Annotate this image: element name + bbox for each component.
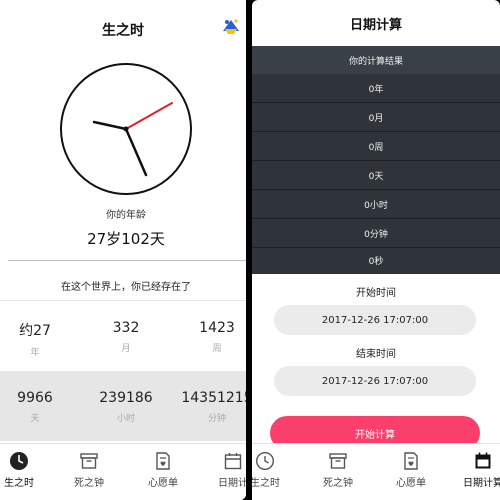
stats-row: 约27 年 332 月 1423 周: [0, 301, 246, 371]
date-calc-screen: 日期计算 你的计算结果 0年 0月 0周 0天 0小时 0分钟 0秒 开始时间 …: [252, 0, 500, 500]
wishlist-icon: [404, 452, 418, 470]
tab-label: 生之时: [252, 478, 280, 489]
page-title: 日期计算: [349, 17, 402, 33]
stat-value: 332: [112, 320, 140, 336]
stat-unit: 年: [30, 348, 40, 358]
stat-unit: 分钟: [207, 414, 226, 424]
result-minutes: 0分钟: [364, 229, 388, 240]
age-label: 你的年龄: [106, 210, 146, 221]
result-years: 0年: [368, 84, 384, 95]
clock-icon: [255, 451, 275, 471]
result-weeks: 0周: [368, 142, 384, 153]
stat-hours: 239186 小时: [81, 371, 171, 424]
stat-unit: 小时: [116, 414, 135, 424]
calendar-icon: [475, 452, 491, 469]
result-hours: 0小时: [364, 200, 388, 211]
stat-unit: 天: [30, 414, 40, 424]
tab-label: 生之时: [4, 478, 34, 489]
tab-date-calc[interactable]: 日期计: [198, 448, 246, 498]
tab-life-time[interactable]: 生之时: [0, 448, 54, 498]
header: 日期计算: [252, 0, 500, 46]
tab-death-clock[interactable]: 死之钟: [54, 448, 124, 498]
archive-box-icon: [329, 453, 347, 469]
age-value: 27岁102天: [87, 230, 165, 248]
end-time-field[interactable]: 2017-12-26 17:07:00: [274, 366, 476, 396]
tab-label: 日期计: [218, 478, 246, 489]
tab-date-calc[interactable]: 日期计算: [448, 448, 500, 498]
stats-row: 9966 天 239186 小时 14351215 分钟: [0, 371, 246, 441]
tab-bar: 生之时 死之钟 心愿单 日期计算: [252, 443, 500, 500]
result-seconds: 0秒: [368, 256, 384, 267]
tab-label: 心愿单: [148, 478, 178, 489]
tab-bar: 生之时 死之钟 心愿单 日期计: [0, 443, 246, 500]
start-time-field[interactable]: 2017-12-26 17:07:00: [274, 305, 476, 335]
stat-unit: 月: [121, 344, 131, 354]
stat-value: 约27: [19, 323, 51, 339]
exist-text: 在这个世界上，你已经存在了: [61, 282, 191, 293]
stat-value: 1423: [199, 320, 235, 336]
tab-wishlist[interactable]: 心愿单: [128, 448, 198, 498]
tab-label: 死之钟: [74, 478, 104, 489]
calendar-icon: [224, 453, 242, 470]
tab-life-time[interactable]: 生之时: [252, 448, 300, 498]
result-days: 0天: [368, 171, 384, 182]
result-months: 0月: [368, 113, 384, 124]
clock-face: [60, 63, 192, 195]
stat-months: 332 月: [81, 301, 171, 354]
tab-label: 死之钟: [323, 478, 353, 489]
tab-death-clock[interactable]: 死之钟: [303, 448, 373, 498]
stat-value: 9966: [17, 390, 53, 406]
tab-label: 心愿单: [396, 478, 426, 489]
tab-label: 日期计算: [463, 478, 500, 489]
start-time-label: 开始时间: [356, 288, 396, 299]
archive-box-icon: [80, 453, 98, 469]
divider: [8, 260, 246, 261]
clock-icon: [10, 452, 28, 470]
app-logo-icon[interactable]: [220, 16, 242, 38]
tab-wishlist[interactable]: 心愿单: [376, 448, 446, 498]
end-time-label: 结束时间: [356, 349, 396, 360]
page-title: 生之时: [102, 23, 144, 39]
life-time-screen: 生之时 你的年龄 27岁102天 在这个世界上，你已经存在了 约27 年 332…: [0, 0, 246, 500]
results-heading: 你的计算结果: [252, 46, 500, 74]
stat-value: 14351215: [181, 390, 246, 406]
stat-years: 约27 年: [0, 301, 80, 358]
results-panel: 你的计算结果 0年 0月 0周 0天 0小时 0分钟 0秒: [252, 46, 500, 274]
stat-minutes: 14351215 分钟: [172, 371, 246, 424]
stat-unit: 周: [212, 344, 222, 354]
stat-weeks: 1423 周: [172, 301, 246, 354]
stat-value: 239186: [99, 390, 153, 406]
wishlist-icon: [156, 452, 170, 470]
header: 生之时: [0, 0, 246, 60]
stat-days: 9966 天: [0, 371, 80, 424]
